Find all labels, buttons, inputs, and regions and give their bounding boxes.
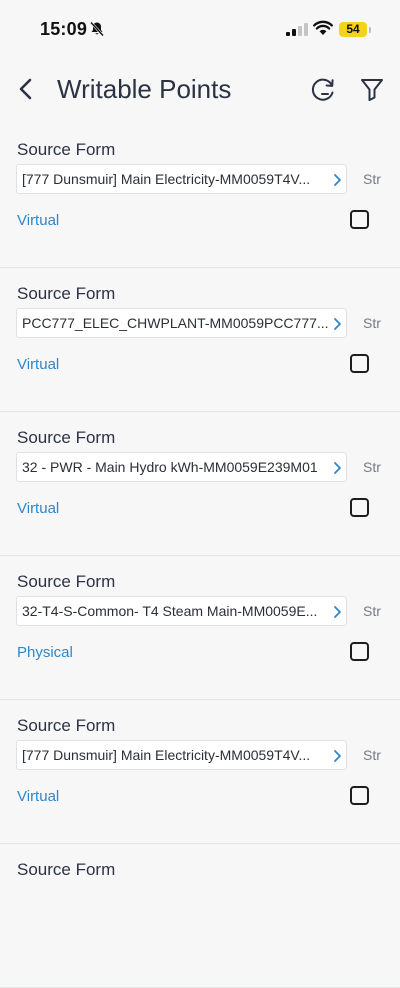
chevron-right-icon (334, 750, 341, 762)
select-checkbox[interactable] (350, 210, 369, 229)
page-title: Writable Points (57, 74, 232, 104)
status-time: 15:09 (40, 19, 88, 39)
source-form-value: PCC777_ELEC_CHWPLANT-MM0059PCC777... (22, 315, 329, 331)
str-label: Str (363, 603, 381, 619)
source-form-select[interactable]: 32-T4-S-Common- T4 Steam Main-MM0059E... (16, 596, 347, 626)
source-form-value: [777 Dunsmuir] Main Electricity-MM0059T4… (22, 171, 311, 187)
source-form-value: 32-T4-S-Common- T4 Steam Main-MM0059E... (22, 603, 318, 619)
point-type-label: Virtual (17, 500, 60, 517)
source-form-select[interactable]: PCC777_ELEC_CHWPLANT-MM0059PCC777... (16, 308, 347, 338)
bell-off-icon (90, 21, 104, 37)
point-type-label: Virtual (17, 788, 60, 805)
signal-icon (286, 23, 308, 36)
source-form-label: Source Form (17, 716, 116, 735)
select-checkbox[interactable] (350, 642, 369, 661)
list-item: Source Form (0, 844, 400, 988)
select-checkbox[interactable] (350, 786, 369, 805)
wifi-icon (313, 20, 333, 35)
source-form-select[interactable]: [777 Dunsmuir] Main Electricity-MM0059T4… (16, 740, 347, 770)
str-label: Str (363, 171, 381, 187)
back-button[interactable] (14, 76, 40, 102)
point-type-label: Virtual (17, 212, 60, 229)
chevron-right-icon (334, 462, 341, 474)
refresh-icon[interactable] (309, 75, 337, 103)
chevron-right-icon (334, 174, 341, 186)
select-checkbox[interactable] (350, 498, 369, 517)
source-form-label: Source Form (17, 284, 116, 303)
chevron-right-icon (334, 606, 341, 618)
source-form-select[interactable]: 32 - PWR - Main Hydro kWh-MM0059E239M01 (16, 452, 347, 482)
list-item: Source Form [777 Dunsmuir] Main Electric… (0, 124, 400, 268)
list-item: Source Form 32-T4-S-Common- T4 Steam Mai… (0, 556, 400, 700)
str-label: Str (363, 315, 381, 331)
source-form-label: Source Form (17, 140, 116, 159)
status-bar: 15:09 54 (0, 0, 400, 60)
chevron-right-icon (334, 318, 341, 330)
source-form-label: Source Form (17, 860, 116, 879)
str-label: Str (363, 747, 381, 763)
source-form-value: 32 - PWR - Main Hydro kWh-MM0059E239M01 (22, 459, 318, 475)
source-form-label: Source Form (17, 572, 116, 591)
battery-icon: 54 (339, 22, 367, 37)
filter-icon[interactable] (358, 75, 386, 103)
list-item: Source Form 32 - PWR - Main Hydro kWh-MM… (0, 412, 400, 556)
point-type-label: Physical (17, 644, 73, 661)
source-form-select[interactable]: [777 Dunsmuir] Main Electricity-MM0059T4… (16, 164, 347, 194)
source-form-label: Source Form (17, 428, 116, 447)
source-form-value: [777 Dunsmuir] Main Electricity-MM0059T4… (22, 747, 311, 763)
str-label: Str (363, 459, 381, 475)
point-type-label: Virtual (17, 356, 60, 373)
list-item: Source Form PCC777_ELEC_CHWPLANT-MM0059P… (0, 268, 400, 412)
writable-points-list: Source Form [777 Dunsmuir] Main Electric… (0, 124, 400, 988)
battery-tip (369, 27, 371, 33)
list-item: Source Form [777 Dunsmuir] Main Electric… (0, 700, 400, 844)
app-header: Writable Points (0, 60, 400, 120)
select-checkbox[interactable] (350, 354, 369, 373)
